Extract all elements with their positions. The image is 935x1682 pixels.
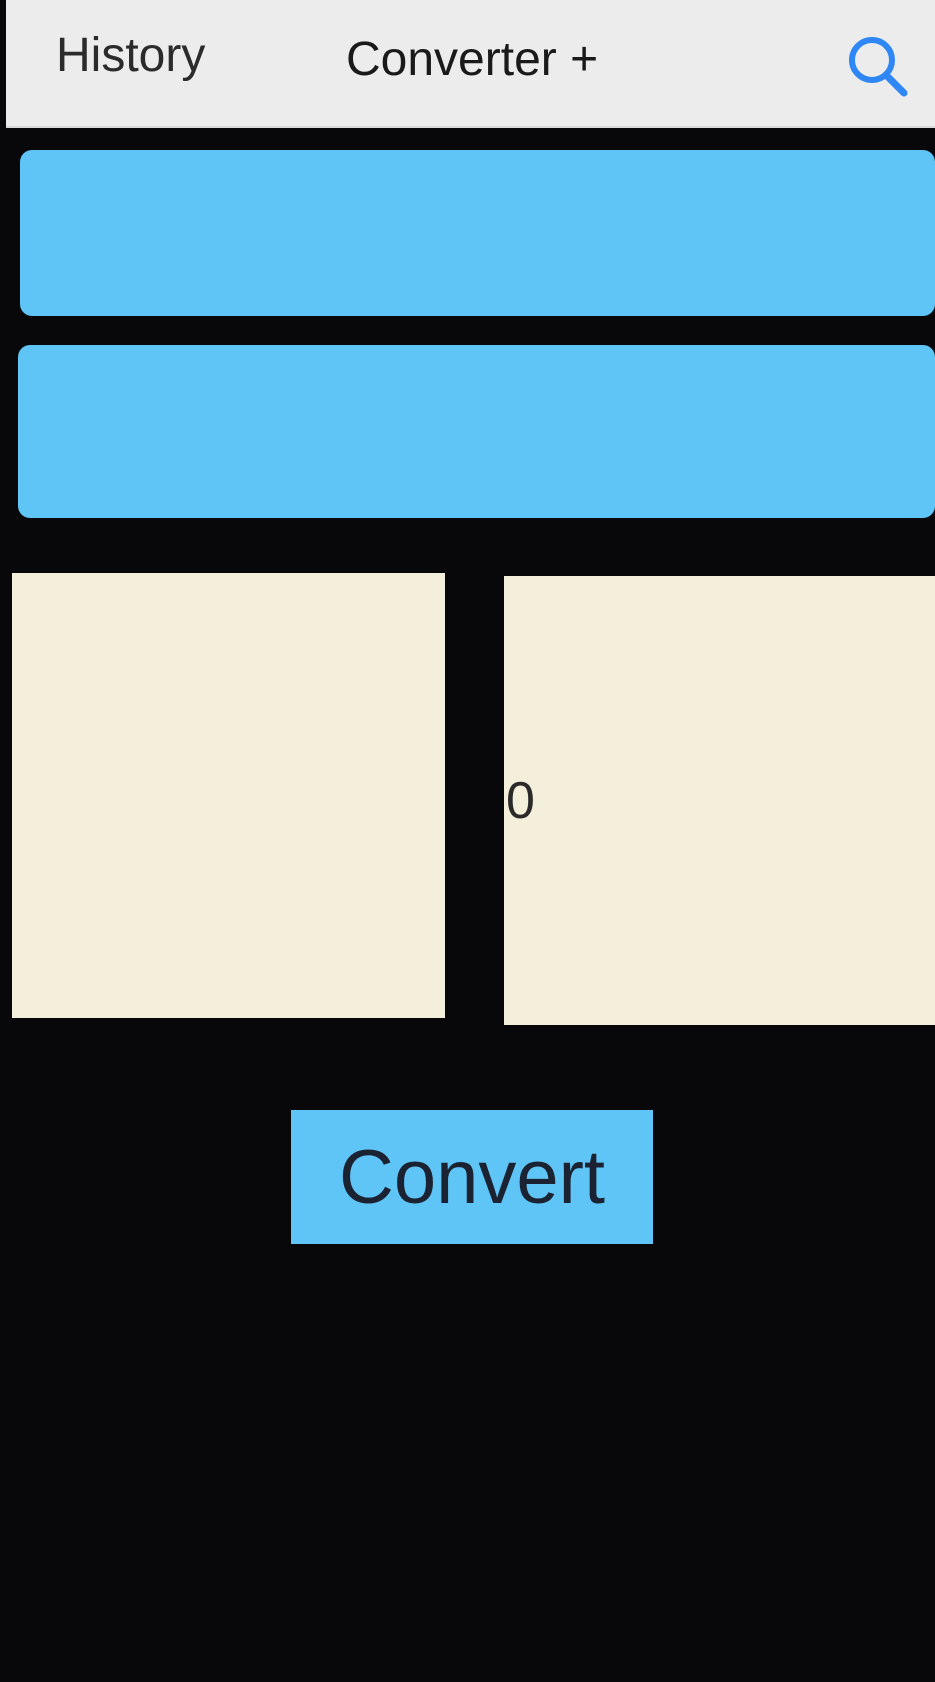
to-unit-picker[interactable] xyxy=(18,345,935,518)
input-value-field[interactable] xyxy=(12,573,445,1018)
from-unit-picker[interactable] xyxy=(20,150,935,316)
search-icon[interactable] xyxy=(844,32,910,98)
output-value: 0 xyxy=(506,771,535,830)
page-title: Converter + xyxy=(346,33,599,86)
output-value-box: 0 xyxy=(504,576,935,1025)
convert-button[interactable]: Convert xyxy=(291,1110,653,1244)
navigation-bar: History Converter + xyxy=(6,0,935,128)
history-button[interactable]: History xyxy=(56,28,205,83)
